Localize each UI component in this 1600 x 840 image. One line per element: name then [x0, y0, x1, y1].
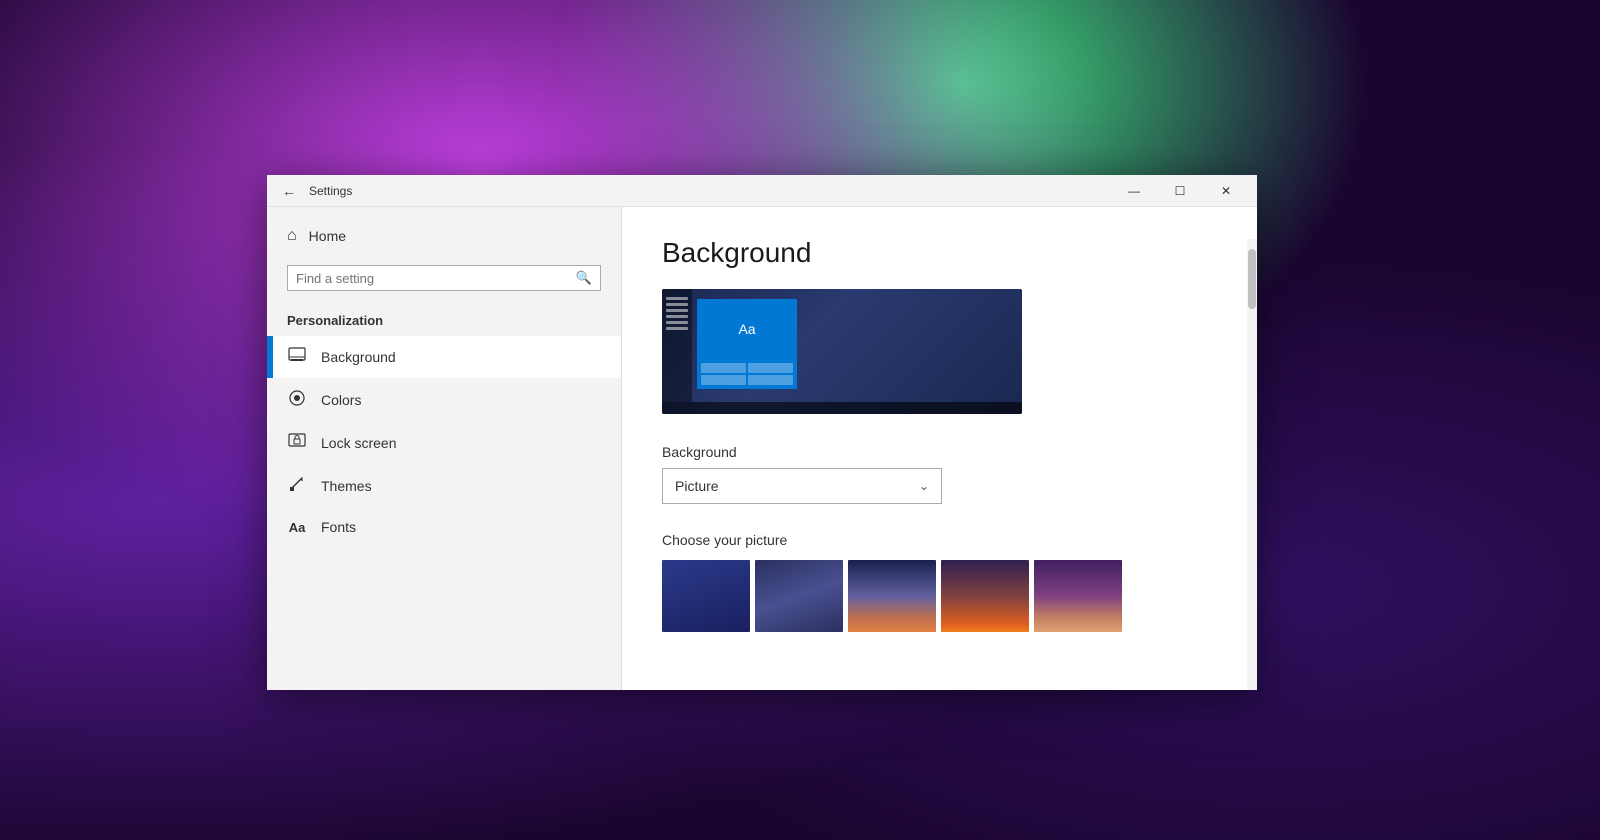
preview-sidebar-item: [666, 309, 688, 312]
sidebar-item-background[interactable]: Background: [267, 336, 621, 378]
preview-tile: [748, 363, 793, 373]
preview-window-text: Aa: [697, 299, 797, 359]
picture-thumb-3[interactable]: [848, 560, 936, 632]
personalization-label: Personalization: [267, 301, 621, 336]
preview-sidebar-item: [666, 321, 688, 324]
window-controls: — ☐ ✕: [1111, 175, 1249, 207]
themes-icon: [287, 475, 307, 497]
background-icon: [287, 347, 307, 367]
settings-window: ← Settings — ☐ ✕ ⌂ Home 🔍 Personalizatio…: [267, 175, 1257, 690]
window-title: Settings: [309, 184, 1111, 198]
fonts-icon: Aa: [287, 520, 307, 535]
sidebar: ⌂ Home 🔍 Personalization Background: [267, 207, 622, 690]
background-nav-label: Background: [321, 349, 396, 365]
picture-thumb-1[interactable]: [662, 560, 750, 632]
preview-window-tiles: [697, 359, 797, 389]
sidebar-item-themes[interactable]: Themes: [267, 464, 621, 508]
titlebar: ← Settings — ☐ ✕: [267, 175, 1257, 207]
preview-window: Aa: [697, 299, 797, 389]
colors-icon: [287, 389, 307, 411]
preview-sidebar-item: [666, 327, 688, 330]
preview-tile: [748, 375, 793, 385]
choose-picture-label: Choose your picture: [662, 532, 1217, 548]
background-section-label: Background: [662, 444, 1217, 460]
search-icon: 🔍: [576, 270, 592, 286]
preview-sidebar-item: [666, 297, 688, 300]
preview-tile: [701, 363, 746, 373]
minimize-button[interactable]: —: [1111, 175, 1157, 207]
close-button[interactable]: ✕: [1203, 175, 1249, 207]
scrollbar-track[interactable]: [1247, 239, 1257, 690]
preview-taskbar: [662, 402, 1022, 414]
search-input[interactable]: [296, 271, 570, 286]
main-content: Background Aa: [622, 207, 1257, 690]
preview-sidebar-item: [666, 315, 688, 318]
sidebar-item-fonts[interactable]: Aa Fonts: [267, 508, 621, 546]
page-title: Background: [662, 237, 1217, 269]
sidebar-item-colors[interactable]: Colors: [267, 378, 621, 422]
window-body: ⌂ Home 🔍 Personalization Background: [267, 207, 1257, 690]
picture-thumb-5[interactable]: [1034, 560, 1122, 632]
preview-tile: [701, 375, 746, 385]
fonts-nav-label: Fonts: [321, 519, 356, 535]
home-label: Home: [309, 228, 346, 244]
colors-nav-label: Colors: [321, 392, 361, 408]
preview-sidebar-item: [666, 303, 688, 306]
preview-sidebar: [662, 289, 692, 402]
sidebar-item-home[interactable]: ⌂ Home: [267, 217, 621, 255]
background-type-dropdown[interactable]: Picture ⌄: [662, 468, 942, 504]
dropdown-value: Picture: [675, 478, 719, 494]
lock-screen-nav-label: Lock screen: [321, 435, 396, 451]
scrollbar-thumb[interactable]: [1248, 249, 1256, 309]
picture-thumb-2[interactable]: [755, 560, 843, 632]
back-button[interactable]: ←: [275, 177, 303, 205]
preview-container: Aa: [662, 289, 1022, 414]
search-box[interactable]: 🔍: [287, 265, 601, 291]
themes-nav-label: Themes: [321, 478, 372, 494]
home-icon: ⌂: [287, 227, 297, 245]
chevron-down-icon: ⌄: [919, 479, 929, 493]
picture-thumb-4[interactable]: [941, 560, 1029, 632]
sidebar-item-lock-screen[interactable]: Lock screen: [267, 422, 621, 464]
picture-grid: [662, 560, 1217, 632]
lock-screen-icon: [287, 433, 307, 453]
maximize-button[interactable]: ☐: [1157, 175, 1203, 207]
